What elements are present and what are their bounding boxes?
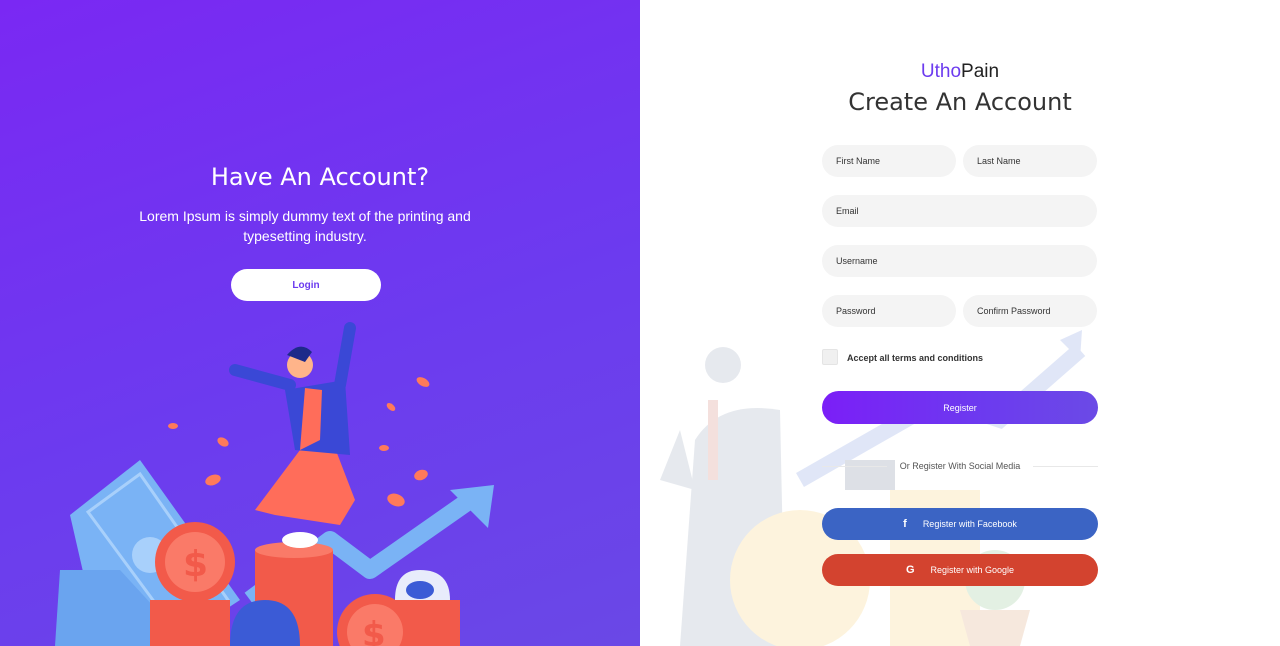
terms-label: Accept all terms and conditions [847,353,984,363]
facebook-icon: f [903,518,907,530]
username-field[interactable] [822,245,1097,277]
jumping-person [229,322,356,548]
terms-checkbox[interactable] [822,349,838,365]
brand-logo: UthoPain [920,61,1000,82]
facebook-label: Register with Facebook [922,519,1017,529]
page-title: Create An Account [848,88,1072,116]
last-name-field[interactable] [963,145,1097,177]
email-field[interactable] [822,195,1097,227]
have-account-title: Have An Account? [210,163,430,191]
login-button[interactable]: Login [231,269,381,301]
google-icon: G [905,564,915,576]
google-label: Register with Google [930,565,1015,575]
svg-text:$: $ [362,615,386,646]
register-google-button[interactable]: G Register with Google [822,554,1098,586]
confirm-password-field[interactable] [963,295,1097,327]
social-divider-text: Or Register With Social Media [899,461,1021,471]
register-facebook-button[interactable]: f Register with Facebook [822,508,1098,540]
login-panel: Have An Account? Lorem Ipsum is simply d… [0,0,640,646]
register-button[interactable]: Register [822,391,1098,424]
register-panel: UthoPain Create An Account Accept all te… [640,0,1280,646]
left-description: Lorem Ipsum is simply dummy text of the … [139,208,471,244]
background-illustration [660,330,1086,646]
svg-text:$: $ [183,544,208,585]
password-field[interactable] [822,295,956,327]
success-illustration: $ $ [55,322,494,646]
first-name-field[interactable] [822,145,956,177]
